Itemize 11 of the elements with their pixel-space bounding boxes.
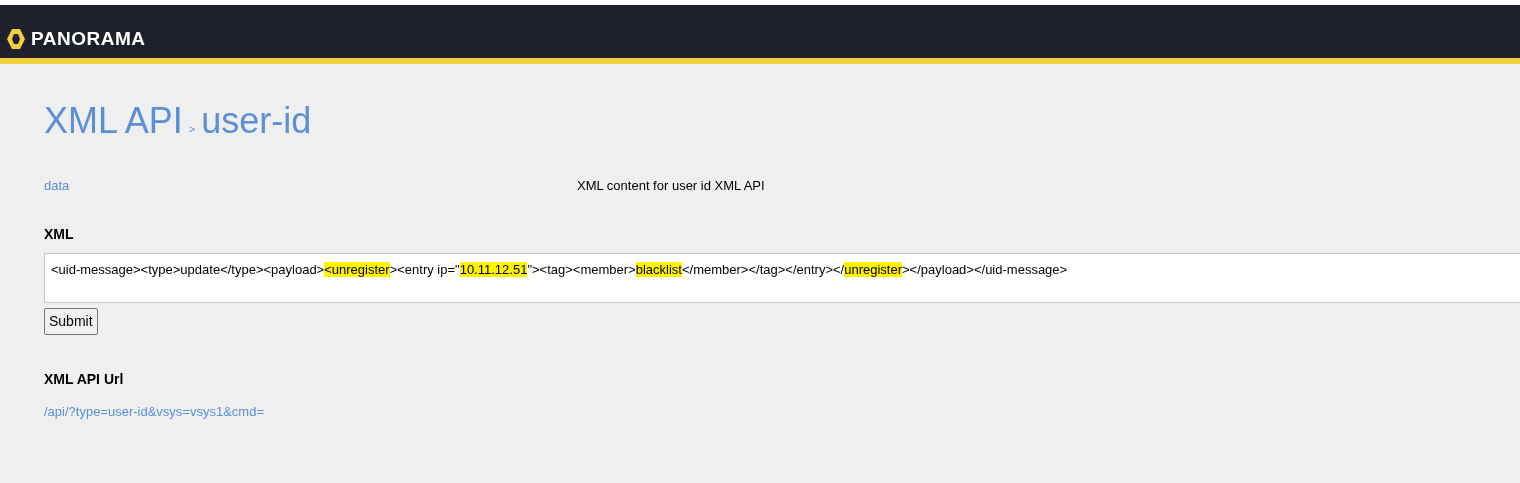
page-title: user-id [201,99,312,143]
parameter-description: XML content for user id XML API [577,177,765,195]
parameter-name[interactable]: data [44,176,577,196]
logo-text: PANORAMA [31,27,146,52]
breadcrumb-separator: > [188,122,196,137]
breadcrumb-link[interactable]: XML API [44,94,183,148]
xml-label: XML [44,224,74,244]
submit-button[interactable]: Submit [44,307,98,335]
url-label: XML API Url [44,369,124,389]
logo-icon [7,28,25,49]
api-url-link[interactable]: /api/?type=user-id&vsys=vsys1&cmd= [44,401,265,421]
